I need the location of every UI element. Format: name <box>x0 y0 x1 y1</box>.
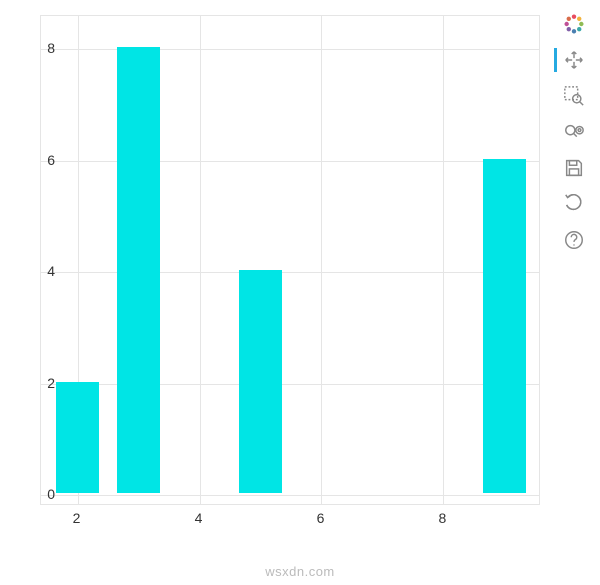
grid-line <box>443 16 444 504</box>
pan-tool-icon[interactable] <box>560 46 588 74</box>
grid-line <box>41 49 539 50</box>
bar[interactable] <box>117 47 160 492</box>
bar[interactable] <box>239 270 282 493</box>
grid-line <box>41 161 539 162</box>
grid-line <box>41 495 539 496</box>
bokeh-logo-icon[interactable] <box>560 10 588 38</box>
grid-line <box>200 16 201 504</box>
x-tick-label: 8 <box>439 510 447 526</box>
wheel-zoom-tool-icon[interactable] <box>560 118 588 146</box>
y-tick-label: 8 <box>47 40 55 56</box>
x-tick-label: 2 <box>73 510 81 526</box>
y-tick-label: 4 <box>47 263 55 279</box>
grid-line <box>41 384 539 385</box>
bar[interactable] <box>483 159 526 493</box>
x-tick-label: 6 <box>317 510 325 526</box>
bar[interactable] <box>56 382 99 493</box>
plot-area[interactable] <box>40 15 540 505</box>
grid-line <box>41 272 539 273</box>
y-tick-label: 0 <box>47 486 55 502</box>
x-tick-label: 4 <box>195 510 203 526</box>
chart-container: 0 2 4 6 8 2 4 6 8 <box>0 0 560 540</box>
y-tick-label: 2 <box>47 375 55 391</box>
watermark-text: wsxdn.com <box>265 564 335 579</box>
grid-line <box>321 16 322 504</box>
help-tool-icon[interactable] <box>560 226 588 254</box>
y-tick-label: 6 <box>47 152 55 168</box>
reset-tool-icon[interactable] <box>560 190 588 218</box>
save-tool-icon[interactable] <box>560 154 588 182</box>
box-zoom-tool-icon[interactable] <box>560 82 588 110</box>
bokeh-toolbar <box>558 10 590 254</box>
